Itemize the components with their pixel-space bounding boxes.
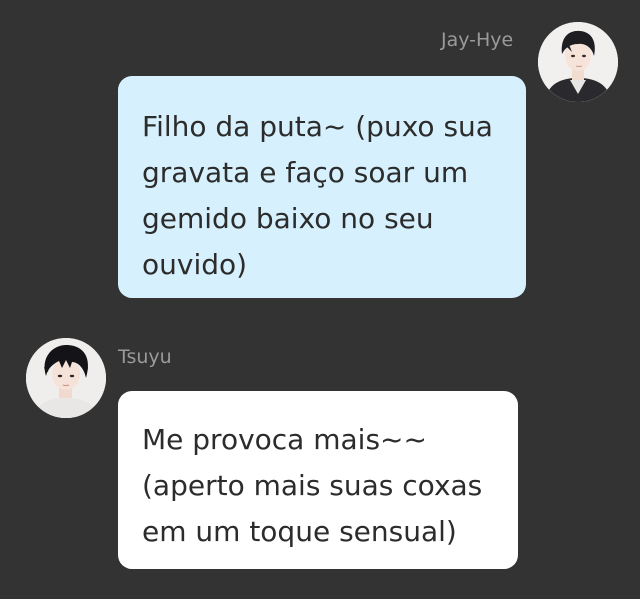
message-line: em um toque sensual) bbox=[142, 515, 457, 548]
message-line: Filho da puta~ (puxo sua bbox=[142, 110, 493, 143]
message-bubble-jay-hye[interactable]: Filho da puta~ (puxo sua gravata e faço … bbox=[118, 76, 526, 298]
author-name-jay-hye: Jay-Hye bbox=[441, 29, 514, 51]
message-line: gemido baixo no seu bbox=[142, 202, 434, 235]
message-line: Me provoca mais~~ bbox=[142, 423, 427, 456]
author-name-tsuyu: Tsuyu bbox=[118, 346, 172, 368]
message-line: gravata e faço soar um bbox=[142, 156, 469, 189]
avatar-icon bbox=[26, 338, 106, 418]
avatar-icon bbox=[538, 22, 618, 102]
avatar-tsuyu[interactable] bbox=[26, 338, 106, 418]
message-line: ouvido) bbox=[142, 248, 248, 281]
avatar-jay-hye[interactable] bbox=[538, 22, 618, 102]
message-line: (aperto mais suas coxas bbox=[142, 469, 483, 502]
message-bubble-tsuyu[interactable]: Me provoca mais~~ (aperto mais suas coxa… bbox=[118, 391, 518, 569]
